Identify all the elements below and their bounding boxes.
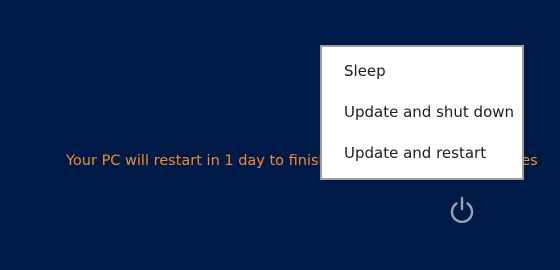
power-button[interactable]	[446, 194, 478, 226]
lock-screen-background: Your PC will restart in 1 day to finish …	[0, 0, 560, 270]
power-options-menu: Sleep Update and shut down Update and re…	[320, 45, 524, 180]
menu-item-update-and-shut-down[interactable]: Update and shut down	[344, 102, 514, 122]
power-icon	[450, 196, 474, 224]
menu-item-update-and-restart[interactable]: Update and restart	[344, 143, 486, 163]
menu-item-sleep[interactable]: Sleep	[344, 61, 386, 81]
